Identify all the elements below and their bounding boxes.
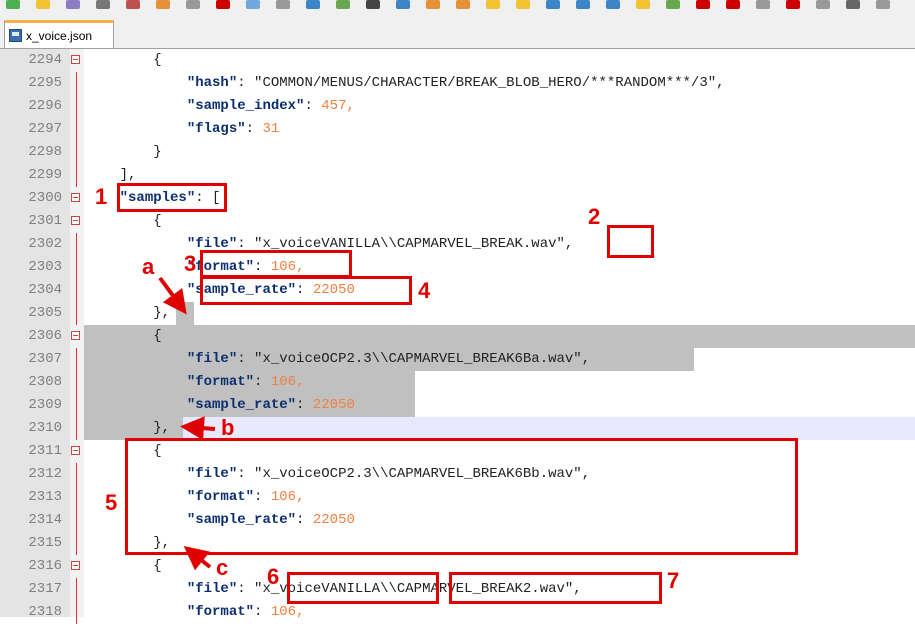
arrow-a bbox=[158, 276, 187, 315]
annotation-arrows bbox=[158, 276, 216, 571]
arrow-b bbox=[180, 416, 216, 441]
arrow-c bbox=[183, 546, 212, 571]
